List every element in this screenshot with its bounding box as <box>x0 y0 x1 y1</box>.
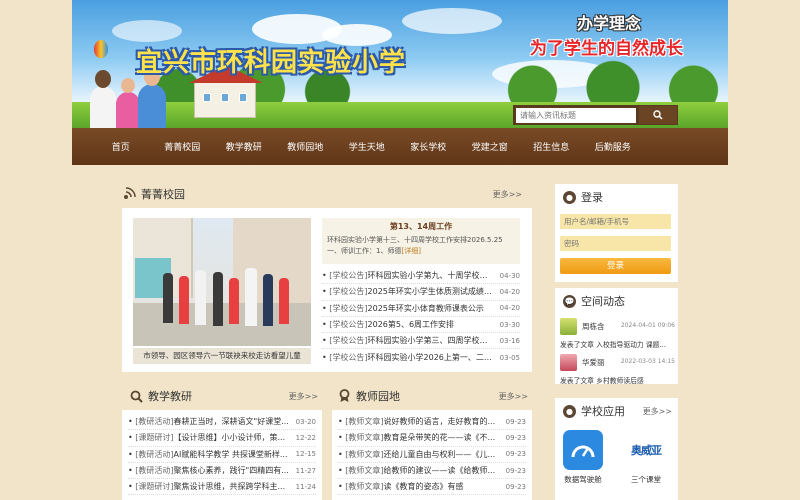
classroom-logo-icon: 奥威亚 <box>624 430 668 470</box>
app-label: 数据驾驶舱 <box>564 475 602 484</box>
featured-notice: 第13、14周工作 环科园实验小学第十三、十四周学校工作安排2026.5.25一… <box>322 218 520 264</box>
campus-panel: 菁菁校园 更多>> 市领导、园区领导六一节联袂来校走访看望儿童 第13、14周工… <box>122 182 532 372</box>
award-ribbon-icon <box>339 389 350 402</box>
space-user-name[interactable]: 华爱丽 <box>582 357 605 368</box>
space-panel: 💬 空间动态 周栋含 2024-04-01 09:06 发表了文章 入校指导驱动… <box>555 288 678 385</box>
nav-parents[interactable]: 家长学校 <box>398 140 460 153</box>
list-item[interactable]: • [教师文章]说好教师的语言，走好教育的... 09-23 <box>338 414 526 431</box>
login-title: 登录 <box>581 191 603 204</box>
space-time: 2022-03-03 14:15 <box>620 358 675 365</box>
list-item[interactable]: • [教研活动]春耕正当时，深耕语文"好课堂... 03-20 <box>128 414 316 431</box>
broadcast-icon <box>124 187 136 199</box>
search-icon <box>653 110 663 120</box>
person-icon: ● <box>563 404 576 418</box>
space-item[interactable]: 华爱丽 2022-03-03 14:15 发表了文章 乡村教师读后感 <box>560 354 675 385</box>
dashboard-icon <box>563 430 603 470</box>
motto-title: 办学理念 <box>577 14 642 33</box>
campus-news-list: • [学校公告]环科园实验小学第九、十周学校工... 04-30 • [学校公告]… <box>322 268 520 366</box>
teachers-list: • [教师文章]说好教师的语言，走好教育的... 09-23 • [教师文章]教育… <box>332 410 532 500</box>
house-illustration <box>189 65 263 118</box>
featured-detail-link[interactable]: [详细] <box>401 247 420 255</box>
avatar <box>560 354 577 371</box>
list-item[interactable]: • [教师文章]给教师的建议——读《给教师... 09-23 <box>338 463 526 480</box>
login-button[interactable]: 登录 <box>560 258 671 274</box>
nav-admission[interactable]: 招生信息 <box>521 140 583 153</box>
space-user-name[interactable]: 周栋含 <box>582 321 605 332</box>
login-panel: ● 登录 登录 <box>555 184 678 282</box>
teaching-panel: 教学教研 更多>> • [教研活动]春耕正当时，深耕语文"好课堂... 03-20… <box>122 384 322 500</box>
apps-title: 学校应用 <box>581 405 625 418</box>
list-item[interactable]: • [学校公告]2025年环实小学生体质测试成绩公示 04-20 <box>322 284 520 301</box>
search-icon <box>130 390 143 403</box>
app-data-cockpit[interactable]: 数据驾驶舱 <box>561 430 605 490</box>
featured-title[interactable]: 第13、14周工作 <box>327 221 515 232</box>
space-time: 2024-04-01 09:06 <box>620 322 675 329</box>
nav-students[interactable]: 学生天地 <box>336 140 398 153</box>
space-text[interactable]: 发表了文章 乡村教师读后感 <box>560 375 675 385</box>
search-box <box>513 105 678 125</box>
list-item[interactable]: • [教师文章]教育是朵带笑的花——读《不... 09-23 <box>338 430 526 447</box>
apps-more-link[interactable]: 更多>> <box>643 406 672 417</box>
chat-bubble-icon: 💬 <box>563 294 576 308</box>
motto-text: 为了学生的自然成长 <box>530 39 683 59</box>
space-text[interactable]: 发表了文章 入校指导驱动力 课题... <box>560 339 675 349</box>
teachers-panel: 教师园地 更多>> • [教师文章]说好教师的语言，走好教育的... 09-23 … <box>332 384 532 500</box>
photo-caption[interactable]: 市领导、园区领导六一节联袂来校走访看望儿童 <box>133 348 311 364</box>
campus-title: 菁菁校园 <box>141 188 185 201</box>
teaching-more-link[interactable]: 更多>> <box>289 391 318 402</box>
hot-air-balloon-icon <box>94 40 108 58</box>
page-wrapper: 宜兴市环科园实验小学 办学理念 为了学生的自然成长 首页 菁菁校园 教学教研 教… <box>72 0 728 165</box>
list-item[interactable]: • [学校公告]环科园实验小学2026上第一、二周... 03-05 <box>322 349 520 365</box>
app-label: 三个课堂 <box>631 475 661 484</box>
nav-teachers[interactable]: 教师园地 <box>275 140 337 153</box>
campus-photo[interactable] <box>133 218 311 346</box>
school-name: 宜兴市环科园实验小学 <box>136 48 407 78</box>
search-input[interactable] <box>516 108 636 123</box>
nav-teaching[interactable]: 教学教研 <box>213 140 275 153</box>
teaching-title: 教学教研 <box>148 390 192 403</box>
apps-panel: ● 学校应用 更多>> 数据驾驶舱 奥威亚 三个课堂 <box>555 398 678 500</box>
avatar <box>560 318 577 335</box>
main-nav: 首页 菁菁校园 教学教研 教师园地 学生天地 家长学校 党建之窗 招生信息 后勤… <box>72 128 728 165</box>
user-icon: ● <box>563 190 576 204</box>
space-item[interactable]: 周栋含 2024-04-01 09:06 发表了文章 入校指导驱动力 课题... <box>560 318 675 349</box>
campus-more-link[interactable]: 更多>> <box>493 189 522 200</box>
header-banner: 宜兴市环科园实验小学 办学理念 为了学生的自然成长 <box>72 0 728 128</box>
nav-logistics[interactable]: 后勤服务 <box>582 140 644 153</box>
teachers-more-link[interactable]: 更多>> <box>499 391 528 402</box>
nav-home[interactable]: 首页 <box>90 140 152 153</box>
list-item[interactable]: • [教研活动]AI赋能科学教学 共探课堂新样... 12-15 <box>128 447 316 463</box>
list-item[interactable]: • [学校公告]2026第5、6周工作安排 03-30 <box>322 317 520 334</box>
logo-text: 奥威亚 <box>631 444 662 457</box>
username-input[interactable] <box>560 214 671 229</box>
app-three-classrooms[interactable]: 奥威亚 三个课堂 <box>621 430 671 490</box>
list-item[interactable]: • [教师文章]读《教育的姿态》有感 09-23 <box>338 479 526 496</box>
password-input[interactable] <box>560 236 671 251</box>
list-item[interactable]: • [教师文章]还给儿童自由与权利——《儿... 09-23 <box>338 447 526 463</box>
nav-campus[interactable]: 菁菁校园 <box>152 140 214 153</box>
list-item[interactable]: • [学校公告]环科园实验小学第三、四周学校工... 03-16 <box>322 333 520 350</box>
space-title: 空间动态 <box>581 295 625 308</box>
nav-party[interactable]: 党建之窗 <box>459 140 521 153</box>
list-item[interactable]: • [课题研讨]聚焦设计思维，共探跨学科主... 11-24 <box>128 479 316 496</box>
list-item[interactable]: • [课题研讨]【设计思维】小小设计师，策... 12-22 <box>128 430 316 447</box>
list-item[interactable]: • [学校公告]2025年环实小体育教师课表公示 04-20 <box>322 301 520 317</box>
teachers-title: 教师园地 <box>356 390 400 403</box>
list-item[interactable]: • [学校公告]环科园实验小学第九、十周学校工... 04-30 <box>322 268 520 285</box>
search-button[interactable] <box>639 106 677 124</box>
teaching-list: • [教研活动]春耕正当时，深耕语文"好课堂... 03-20 • [课题研讨]【… <box>122 410 322 500</box>
list-item[interactable]: • [教研活动]聚焦核心素养，践行"四精四有... 11-27 <box>128 463 316 480</box>
